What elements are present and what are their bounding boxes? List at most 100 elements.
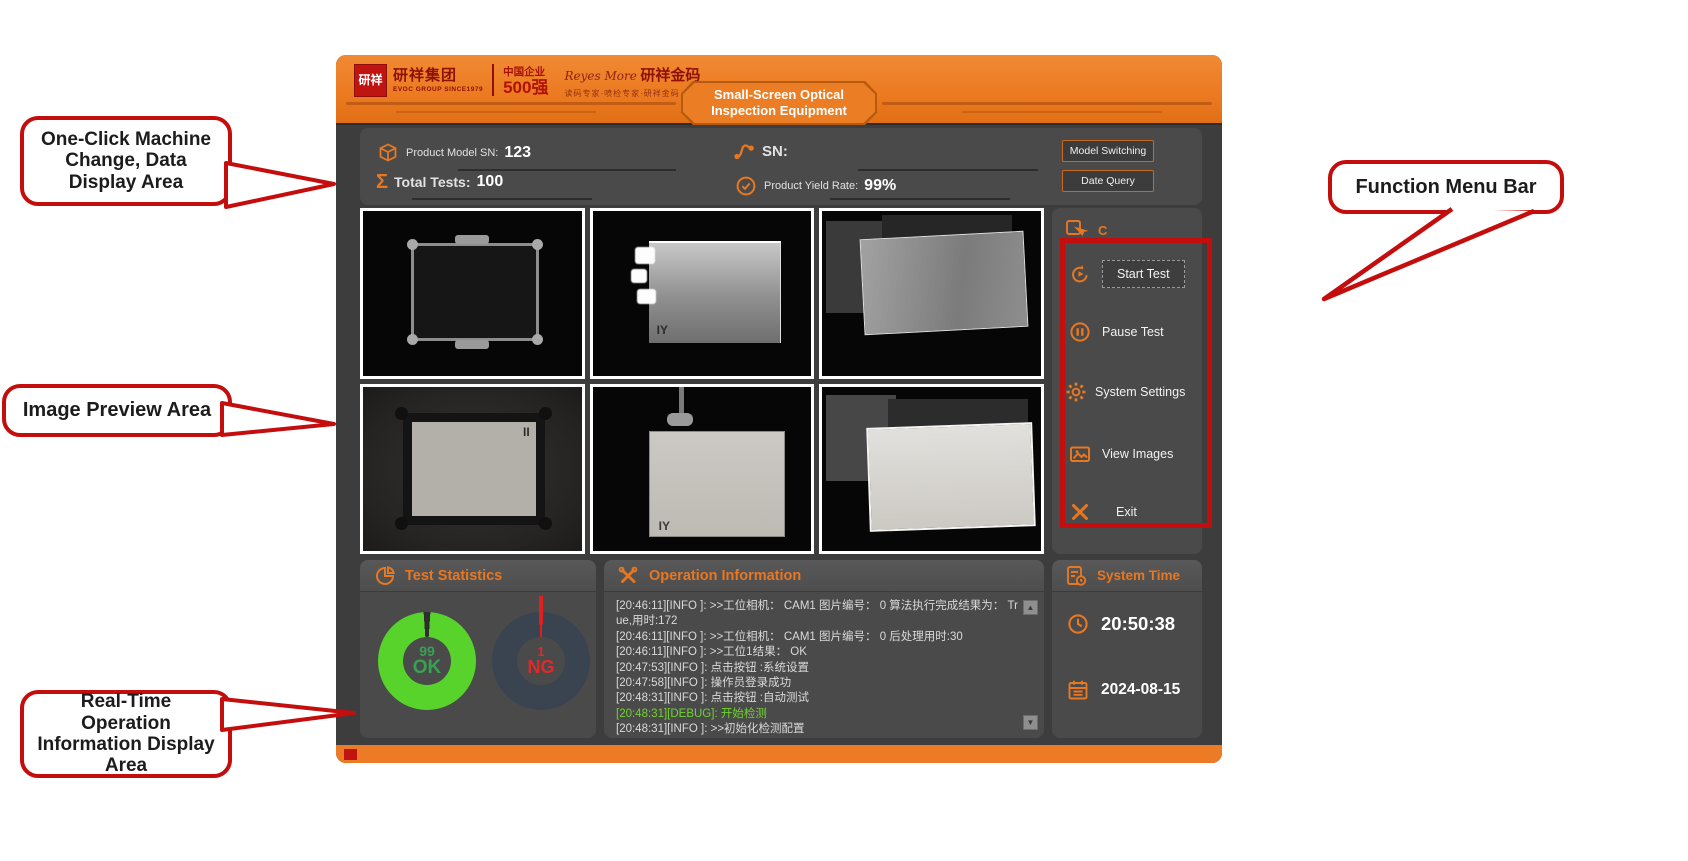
preview-art <box>455 235 489 244</box>
start-test-button[interactable]: Start Test <box>1102 260 1185 288</box>
ng-count: 1 <box>537 645 544 659</box>
hand-pointer-icon <box>1064 218 1088 242</box>
log-line: [20:48:31][INFO ]: 点击按钮 :自动测试 <box>616 691 1018 706</box>
yield-check-icon <box>734 174 758 198</box>
annotation-data-area-text: One-Click Machine Change, Data Display A… <box>34 129 218 193</box>
underline <box>458 169 676 171</box>
calendar-icon <box>1066 678 1090 702</box>
app-header: 研祥 研祥集团 EVOC GROUP SINCE1979 中国企业 500强 R… <box>336 55 1222 125</box>
menu-item-exit[interactable]: Exit <box>1052 500 1202 524</box>
underline <box>412 198 592 200</box>
log-line: [20:46:11][INFO ]: >>工位1结果： OK <box>616 645 1018 660</box>
underline <box>830 198 1010 200</box>
view-images-icon <box>1068 442 1092 466</box>
log-text-area[interactable]: [20:46:11][INFO ]: >>工位相机： CAM1 图片编号： 0 … <box>604 592 1044 738</box>
menu-item-system-settings[interactable]: System Settings <box>1052 380 1202 404</box>
footer-chip <box>344 749 357 760</box>
current-time: 20:50:38 <box>1101 613 1175 635</box>
system-time-title: System Time <box>1097 568 1180 583</box>
operation-information-panel: Operation Information [20:46:11][INFO ]:… <box>604 560 1044 738</box>
menu-item-pause-test[interactable]: Pause Test <box>1052 320 1202 344</box>
start-test-icon <box>1068 262 1092 286</box>
model-switching-button[interactable]: Model Switching <box>1062 140 1154 162</box>
log-line-debug: [20:48:31][DEBUG]: 开始检测 <box>616 707 1018 722</box>
brand-logo: 研祥 研祥集团 EVOC GROUP SINCE1979 中国企业 500强 R… <box>354 64 700 99</box>
header-circuit-decor <box>396 111 596 113</box>
log-line: [20:48:31][INFO ]: >>初始化检测配置 <box>616 722 1018 737</box>
yield-value: 99% <box>864 177 896 195</box>
clock-icon <box>1066 612 1090 636</box>
exit-x-icon <box>1068 500 1092 524</box>
system-settings-label: System Settings <box>1095 385 1185 399</box>
operation-information-header: Operation Information <box>604 560 1044 592</box>
preview-image-3[interactable] <box>819 208 1044 379</box>
preview-art <box>532 334 543 345</box>
logo-brand-text: 研祥金码 <box>640 67 700 84</box>
pause-test-icon <box>1068 320 1092 344</box>
inspection-app-window: 研祥 研祥集团 EVOC GROUP SINCE1979 中国企业 500强 R… <box>336 55 1222 763</box>
system-time-panel: System Time 20:50:38 2024-08-15 <box>1052 560 1202 738</box>
underline <box>858 169 1038 171</box>
log-line: [20:46:11][INFO ]: >>工位相机： CAM1 图片编号： 0 … <box>616 599 1018 630</box>
crossed-tools-icon <box>616 564 640 588</box>
system-settings-gear-icon <box>1064 380 1088 404</box>
preview-art <box>637 289 656 304</box>
log-line: [20:46:11][INFO ]: >>工位相机： CAM1 图片编号： 0 … <box>616 630 1018 645</box>
log-line: [20:47:58][INFO ]: 操作员登录成功 <box>616 676 1018 691</box>
logo-script-text: Reyes More <box>564 69 636 83</box>
annotation-image-area-text: Image Preview Area <box>23 399 211 421</box>
logo-divider <box>492 64 494 96</box>
app-title-line1: Small-Screen Optical <box>714 87 844 103</box>
yield-field: Product Yield Rate: 99% <box>734 174 896 198</box>
logo-group-name: 研祥集团 EVOC GROUP SINCE1979 <box>393 64 483 93</box>
sn-route-icon <box>732 139 756 163</box>
logo-slogan: 读码专家·喷检专家·研祥金码 <box>564 88 700 99</box>
header-circuit-decor <box>346 102 676 105</box>
log-line: [20:47:53][INFO ]: 点击按钮 :系统设置 <box>616 661 1018 676</box>
preview-art <box>411 243 539 341</box>
test-statistics-title: Test Statistics <box>405 568 502 584</box>
ng-label: NG <box>528 658 555 677</box>
data-display-panel: Product Model SN: 123 Σ Total Tests: 100… <box>360 128 1202 205</box>
sn-field[interactable]: SN: <box>732 139 794 163</box>
annotation-menu-bar-text: Function Menu Bar <box>1355 176 1536 198</box>
app-title-line2: Inspection Equipment <box>711 103 847 119</box>
page: 研祥 研祥集团 EVOC GROUP SINCE1979 中国企业 500强 R… <box>0 0 1688 861</box>
preview-image-6[interactable] <box>819 384 1044 555</box>
preview-art <box>667 413 693 426</box>
preview-art <box>407 239 418 250</box>
sigma-icon: Σ <box>376 172 388 192</box>
system-time-header: System Time <box>1052 560 1202 592</box>
log-scroll-up-button[interactable]: ▲ <box>1023 600 1038 615</box>
menu-item-start-test[interactable]: Start Test <box>1052 260 1202 288</box>
preview-image-5[interactable]: IY <box>590 384 815 555</box>
preview-art <box>539 517 552 530</box>
header-circuit-decor <box>882 102 1212 105</box>
function-menu-panel: C Start Test Pause Test System Settings … <box>1052 208 1202 554</box>
preview-mark: IY <box>657 323 668 368</box>
annotation-menu-bar-callout: Function Menu Bar <box>1328 160 1564 214</box>
annotation-data-area-callout: One-Click Machine Change, Data Display A… <box>20 116 232 206</box>
test-statistics-panel: Test Statistics 99 OK 1 NG <box>360 560 596 738</box>
preview-image-1[interactable] <box>360 208 585 379</box>
date-query-button[interactable]: Date Query <box>1062 170 1154 192</box>
preview-mark: IY <box>659 519 670 544</box>
preview-image-2[interactable]: IY <box>590 208 815 379</box>
ok-count: 99 <box>419 644 435 659</box>
log-scroll-down-button[interactable]: ▼ <box>1023 715 1038 730</box>
app-title-plate: Small-Screen Optical Inspection Equipmen… <box>681 81 877 125</box>
operation-information-title: Operation Information <box>649 568 801 584</box>
pie-chart-icon <box>372 564 396 588</box>
time-row: 20:50:38 <box>1066 612 1175 636</box>
annotation-info-area-callout: Real-Time Operation Information Display … <box>20 690 232 778</box>
logo-mark: 研祥 <box>354 64 387 97</box>
menu-item-view-images[interactable]: View Images <box>1052 442 1202 466</box>
test-statistics-header: Test Statistics <box>360 560 596 592</box>
current-date: 2024-08-15 <box>1101 681 1180 699</box>
product-model-field: Product Model SN: 123 <box>376 141 531 165</box>
menu-header-label: C <box>1098 223 1107 238</box>
header-circuit-decor <box>962 111 1162 113</box>
preview-image-4[interactable]: II <box>360 384 585 555</box>
view-images-label: View Images <box>1102 447 1173 461</box>
product-model-value: 123 <box>504 144 531 162</box>
